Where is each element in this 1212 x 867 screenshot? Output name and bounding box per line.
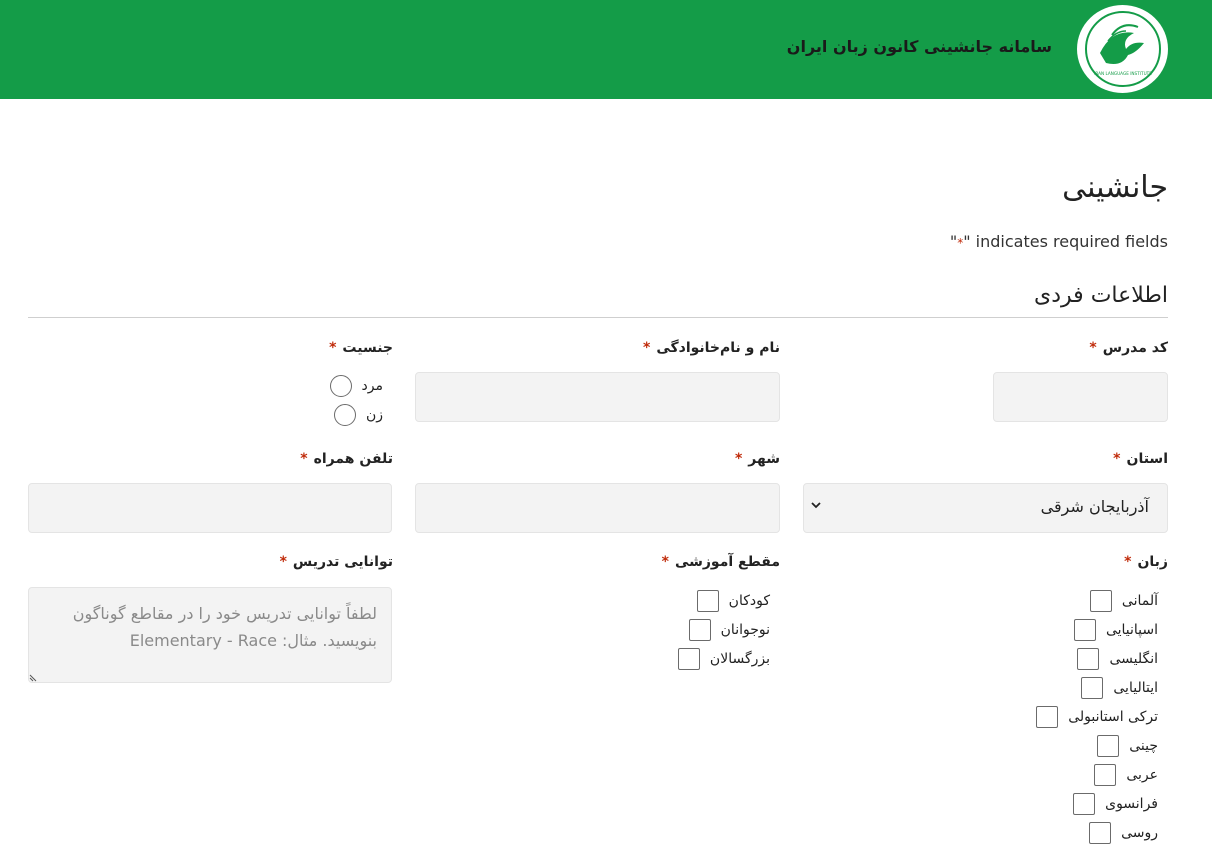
level-option[interactable]: کودکان — [696, 590, 780, 612]
teaching-ability-label: توانایی تدریس* — [279, 554, 393, 570]
top-header: IRAN LANGUAGE INSTITUTE سامانه جانشینی ک… — [0, 0, 1212, 99]
language-option[interactable]: ترکی استانبولی — [1036, 706, 1168, 728]
resize-grip-icon[interactable] — [29, 672, 39, 682]
teacher-code-input[interactable] — [993, 372, 1168, 422]
full-name-input[interactable] — [415, 372, 780, 422]
language-option[interactable]: آلمانی — [1089, 590, 1168, 612]
language-option[interactable]: عربی — [1094, 764, 1168, 786]
level-checkbox[interactable] — [677, 648, 700, 670]
city-label: شهر* — [734, 451, 780, 467]
language-label: زبان* — [1124, 554, 1168, 570]
language-checkbox[interactable] — [1081, 677, 1104, 699]
level-checkbox[interactable] — [696, 590, 719, 612]
level-label: مقطع آموزشی* — [661, 554, 780, 570]
section-title: اطلاعات فردی — [1034, 283, 1168, 308]
language-checkbox[interactable] — [1089, 822, 1112, 844]
gender-option-female[interactable]: زن — [333, 404, 393, 426]
teaching-ability-placeholder: لطفاً توانایی تدریس خود را در مقاطع گونا… — [72, 604, 377, 650]
mobile-label: تلفن همراه* — [300, 451, 393, 467]
language-option[interactable]: فرانسوی — [1073, 793, 1168, 815]
teaching-ability-textarea[interactable]: لطفاً توانایی تدریس خود را در مقاطع گونا… — [28, 587, 392, 683]
province-label: استان* — [1113, 451, 1168, 467]
page-title: جانشینی — [1062, 170, 1168, 205]
language-option[interactable]: اسپانیایی — [1073, 619, 1168, 641]
language-option[interactable]: چینی — [1097, 735, 1168, 757]
logo-text: IRAN LANGUAGE INSTITUTE — [1094, 71, 1152, 76]
full-name-label: نام و نام‌خانوادگی* — [643, 340, 780, 356]
language-checkbox[interactable] — [1089, 590, 1112, 612]
language-option[interactable]: روسی — [1089, 822, 1168, 844]
chevron-down-icon — [811, 502, 821, 509]
site-title: سامانه جانشینی کانون زبان ایران — [786, 37, 1052, 56]
required-fields-note: "*" indicates required fields — [949, 232, 1168, 251]
male-radio[interactable] — [329, 375, 352, 397]
section-divider — [28, 317, 1168, 318]
gender-option-male[interactable]: مرد — [329, 375, 393, 397]
mobile-input[interactable] — [28, 483, 392, 533]
logo-emblem-icon: IRAN LANGUAGE INSTITUTE — [1084, 11, 1161, 87]
teacher-code-label: کد مدرس* — [1089, 340, 1168, 356]
language-checkbox[interactable] — [1097, 735, 1120, 757]
female-radio[interactable] — [333, 404, 356, 426]
language-option[interactable]: ایتالیایی — [1081, 677, 1168, 699]
language-checkbox[interactable] — [1077, 648, 1100, 670]
level-option[interactable]: بزرگسالان — [677, 648, 780, 670]
level-checkbox[interactable] — [688, 619, 711, 641]
city-input[interactable] — [415, 483, 780, 533]
language-checkbox[interactable] — [1036, 706, 1059, 728]
language-checkbox[interactable] — [1073, 619, 1096, 641]
language-option[interactable]: انگلیسی — [1077, 648, 1168, 670]
province-select[interactable]: آذربایجان شرقی — [803, 483, 1168, 533]
language-checkbox[interactable] — [1094, 764, 1117, 786]
institute-logo[interactable]: IRAN LANGUAGE INSTITUTE — [1077, 5, 1168, 93]
gender-label: جنسیت* — [329, 340, 393, 356]
level-option[interactable]: نوجوانان — [688, 619, 780, 641]
language-checkbox[interactable] — [1073, 793, 1096, 815]
